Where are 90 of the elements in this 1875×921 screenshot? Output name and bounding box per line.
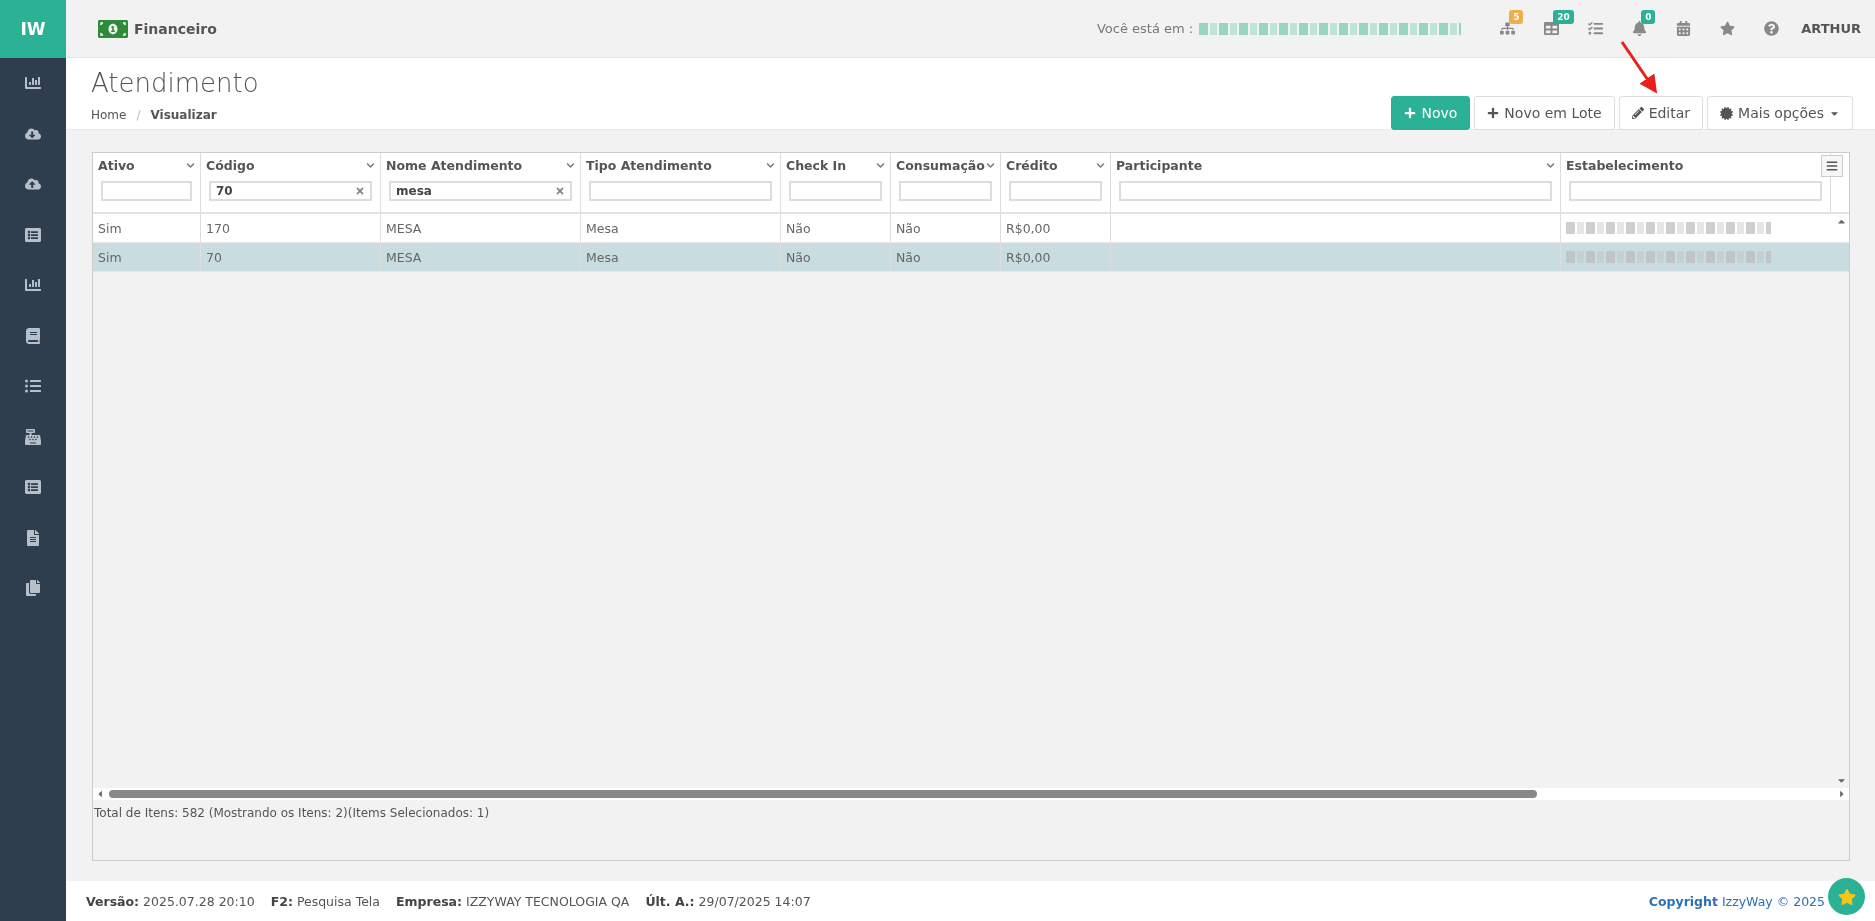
count-badge: 5 [1509, 10, 1524, 24]
table-row[interactable]: Sim 170 MESA Mesa Não Não R$0,00 [93, 214, 1849, 243]
column-header[interactable]: Consumação [896, 158, 985, 173]
clear-icon[interactable] [555, 186, 565, 196]
page-title: Atendimento [91, 68, 259, 98]
breadcrumb-separator: / [136, 108, 141, 122]
list-icon[interactable] [25, 226, 41, 243]
menu-icon [1826, 159, 1838, 172]
column-header[interactable]: Nome Atendimento [386, 158, 523, 173]
table-cell: R$0,00 [1001, 214, 1111, 242]
arrow-annotation [1620, 41, 1658, 94]
filter-field[interactable] [789, 181, 882, 201]
column-header[interactable]: Crédito [1006, 158, 1058, 173]
document-icon[interactable] [25, 529, 41, 546]
chart-icon[interactable] [25, 75, 41, 92]
breadcrumb-link[interactable]: Visualizar [150, 108, 217, 122]
breadcrumb-link[interactable]: Home [91, 108, 127, 122]
calendar-icon[interactable] [1675, 21, 1691, 36]
location-label: Você está em : [1096, 21, 1194, 36]
footer-info: F2: Pesquisa Tela [270, 893, 380, 909]
copy-icon[interactable] [25, 580, 41, 597]
chart-icon[interactable] [25, 277, 41, 294]
cash-register-icon[interactable] [25, 428, 41, 445]
column-header[interactable]: Estabelecimento [1566, 158, 1684, 173]
bell-icon[interactable] [1631, 21, 1647, 36]
table-cell: Não [781, 243, 891, 271]
footer-info: Últ. A.: 29/07/2025 14:07 [645, 893, 811, 909]
chevron-icon[interactable] [876, 161, 885, 170]
table-cell: Sim [93, 243, 201, 271]
filter-field[interactable]: 70 [209, 181, 372, 201]
gear-icon [1720, 106, 1734, 120]
chevron-icon[interactable] [1546, 161, 1555, 170]
action-button[interactable]: Novo em Lote [1474, 96, 1615, 130]
column-header[interactable]: Check In [786, 158, 847, 173]
cloud-upload-icon[interactable] [25, 176, 41, 193]
chevron-icon[interactable] [1096, 161, 1105, 170]
filter-field[interactable] [1009, 181, 1102, 201]
action-button[interactable]: Editar [1618, 96, 1704, 130]
grid-menu-button[interactable] [1821, 154, 1843, 177]
filter-field[interactable]: mesa [389, 181, 572, 201]
grid-status: Total de Itens: 582 (Mostrando os Itens: 2)(Items Selecionados: 1) [93, 805, 491, 822]
chevron-icon[interactable] [766, 161, 775, 170]
chevron-icon[interactable] [566, 161, 575, 170]
filter-field[interactable] [1119, 181, 1552, 201]
chevron-icon[interactable] [366, 161, 375, 170]
table-cell: Não [781, 214, 891, 242]
chevron-icon[interactable] [186, 161, 195, 170]
user-name[interactable]: ARTHUR [1801, 21, 1861, 36]
table-cell: Não [891, 214, 1001, 242]
table-cell: MESA [381, 243, 581, 271]
clear-icon[interactable] [355, 186, 365, 196]
table-cell: Mesa [581, 243, 781, 271]
column-header[interactable]: Tipo Atendimento [586, 158, 712, 173]
table-icon[interactable] [1543, 21, 1559, 36]
column-header[interactable]: Ativo [98, 158, 135, 173]
filter-field[interactable] [101, 181, 192, 201]
star-icon [1837, 887, 1856, 906]
table-cell: 170 [201, 214, 381, 242]
table-cell: Sim [93, 214, 201, 242]
book-icon[interactable] [25, 327, 41, 344]
filter-field[interactable] [589, 181, 772, 201]
filter-field[interactable] [1569, 181, 1822, 201]
sitemap-icon[interactable] [1499, 21, 1515, 36]
plus-icon [1487, 107, 1500, 119]
table-cell: Mesa [581, 214, 781, 242]
table-cell: MESA [381, 214, 581, 242]
plus-icon [1404, 107, 1417, 119]
copyright-text: Copyright IzzyWay © 2025 [1648, 893, 1825, 909]
table-cell: Não [891, 243, 1001, 271]
filter-field[interactable] [899, 181, 992, 201]
count-badge: 20 [1553, 10, 1574, 24]
help-icon[interactable] [1763, 21, 1779, 36]
table-cell: 70 [201, 243, 381, 271]
action-button[interactable]: Mais opções [1707, 96, 1853, 130]
count-badge: 0 [1641, 10, 1656, 24]
table-cell: R$0,00 [1001, 243, 1111, 271]
list-icon[interactable] [25, 479, 41, 496]
scrollbar-thumb[interactable] [109, 790, 1537, 798]
checklist-icon[interactable] [1587, 21, 1603, 36]
chevron-icon[interactable] [986, 161, 995, 170]
star-icon[interactable] [1719, 21, 1735, 36]
footer-info: Empresa: IZZYWAY TECNOLOGIA QA [396, 893, 630, 909]
list-icon[interactable] [25, 378, 41, 395]
footer-info: Versão: 2025.07.28 20:10 [86, 893, 255, 909]
module-title: Financeiro [134, 20, 217, 37]
column-header[interactable]: Código [206, 158, 255, 173]
column-header[interactable]: Participante [1116, 158, 1203, 173]
pencil-icon [1631, 107, 1644, 119]
cloud-download-icon[interactable] [25, 125, 41, 142]
table-row[interactable]: Sim 70 MESA Mesa Não Não R$0,00 [93, 243, 1849, 272]
